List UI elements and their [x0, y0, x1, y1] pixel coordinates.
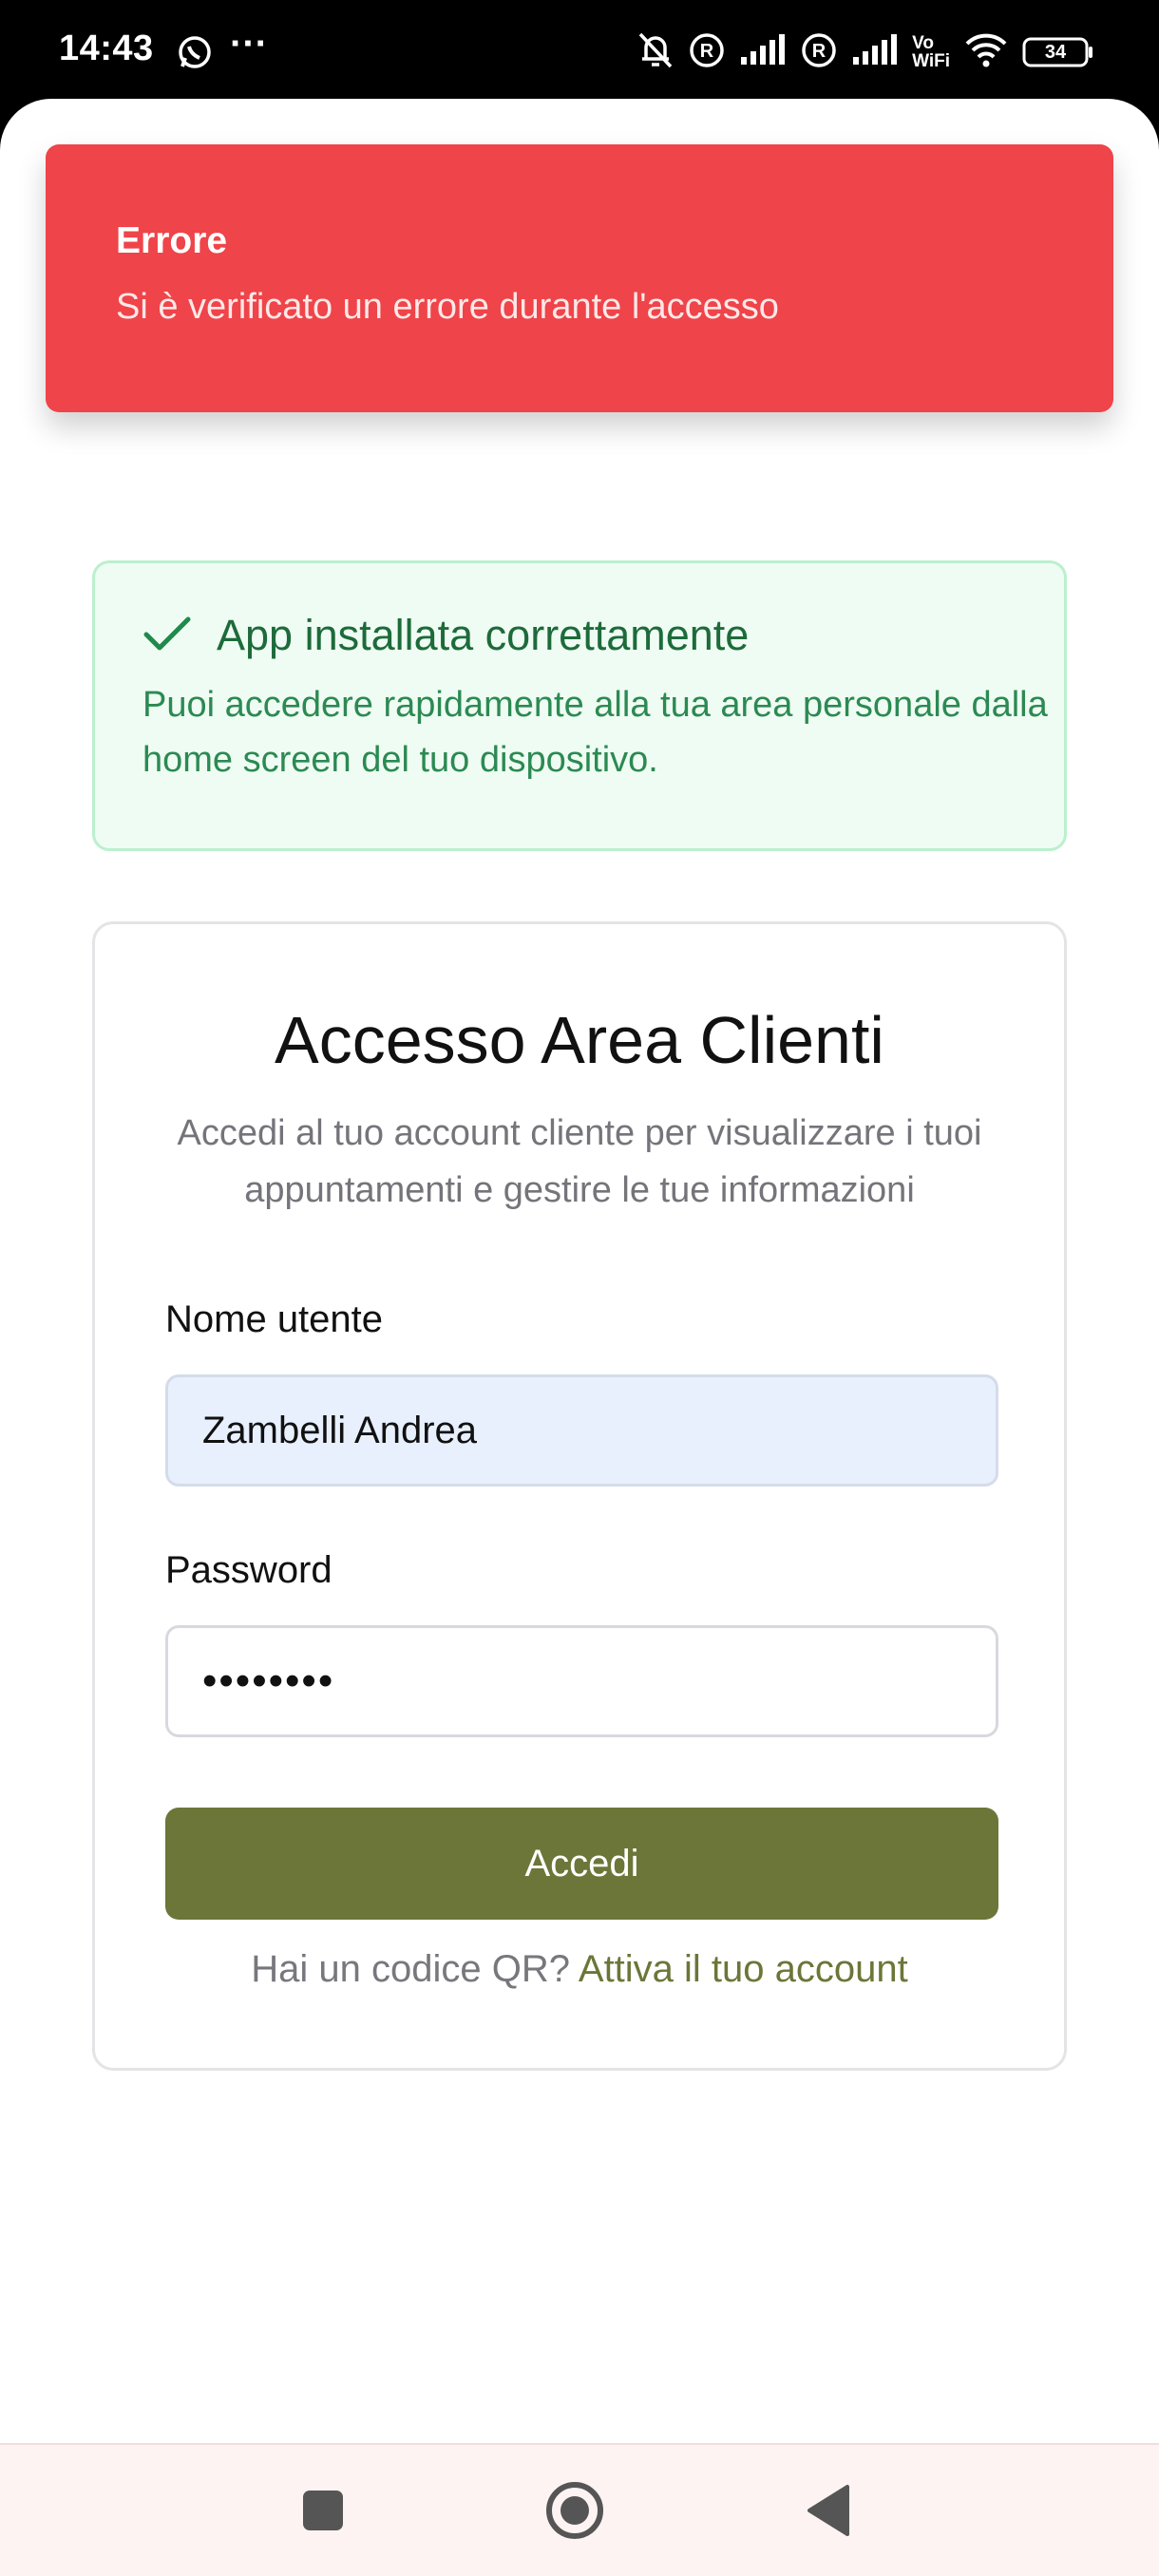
login-button[interactable]: Accedi [165, 1808, 998, 1920]
roaming-icon: R [800, 31, 838, 74]
username-label: Nome utente [165, 1298, 384, 1340]
signal-icon [851, 33, 899, 71]
svg-text:R: R [700, 41, 714, 62]
password-label: Password [165, 1549, 332, 1591]
more-dots-icon: ··· [230, 23, 268, 65]
install-success-notice: App installata correttamente Puoi accede… [92, 560, 1067, 851]
username-input[interactable]: Zambelli Andrea [165, 1374, 998, 1487]
recents-icon[interactable] [290, 2477, 356, 2544]
notice-text: Puoi accedere rapidamente alla tua area … [142, 685, 1048, 780]
status-bar: 14:43 ··· R R Vo WiFi 34 [0, 0, 1159, 104]
login-card: Accesso Area Clienti Accedi al tuo accou… [92, 921, 1067, 2071]
notice-title: App installata correttamente [217, 611, 750, 659]
navigation-bar [0, 2443, 1159, 2576]
roaming-icon: R [688, 31, 726, 74]
qr-activation: Hai un codice QR? Attiva il tuo account [95, 1948, 1064, 1991]
status-icons: R R Vo WiFi 34 [636, 30, 1094, 74]
error-toast[interactable]: Errore Si è verificato un errore durante… [46, 144, 1113, 412]
battery-level: 34 [1044, 42, 1067, 63]
password-input[interactable]: •••••••• [165, 1625, 998, 1737]
check-icon [142, 614, 192, 658]
qr-prompt: Hai un codice QR? [251, 1948, 570, 1990]
status-time: 14:43 [59, 28, 154, 68]
login-subtitle: Accedi al tuo account cliente per visual… [177, 1113, 982, 1210]
vowifi-icon: Vo WiFi [912, 33, 950, 71]
wifi-icon [963, 32, 1009, 73]
bell-off-icon [636, 30, 674, 75]
back-icon[interactable] [796, 2477, 863, 2544]
page-title: Accesso Area Clienti [275, 1003, 884, 1077]
svg-text:R: R [812, 41, 826, 62]
battery-icon: 34 [1022, 36, 1094, 68]
signal-icon [739, 33, 787, 71]
home-icon[interactable] [542, 2477, 608, 2544]
toast-message: Si è verificato un errore durante l'acce… [116, 287, 779, 327]
activate-account-link[interactable]: Attiva il tuo account [579, 1948, 908, 1990]
toast-title: Errore [116, 220, 228, 261]
whatsapp-icon [177, 34, 213, 75]
